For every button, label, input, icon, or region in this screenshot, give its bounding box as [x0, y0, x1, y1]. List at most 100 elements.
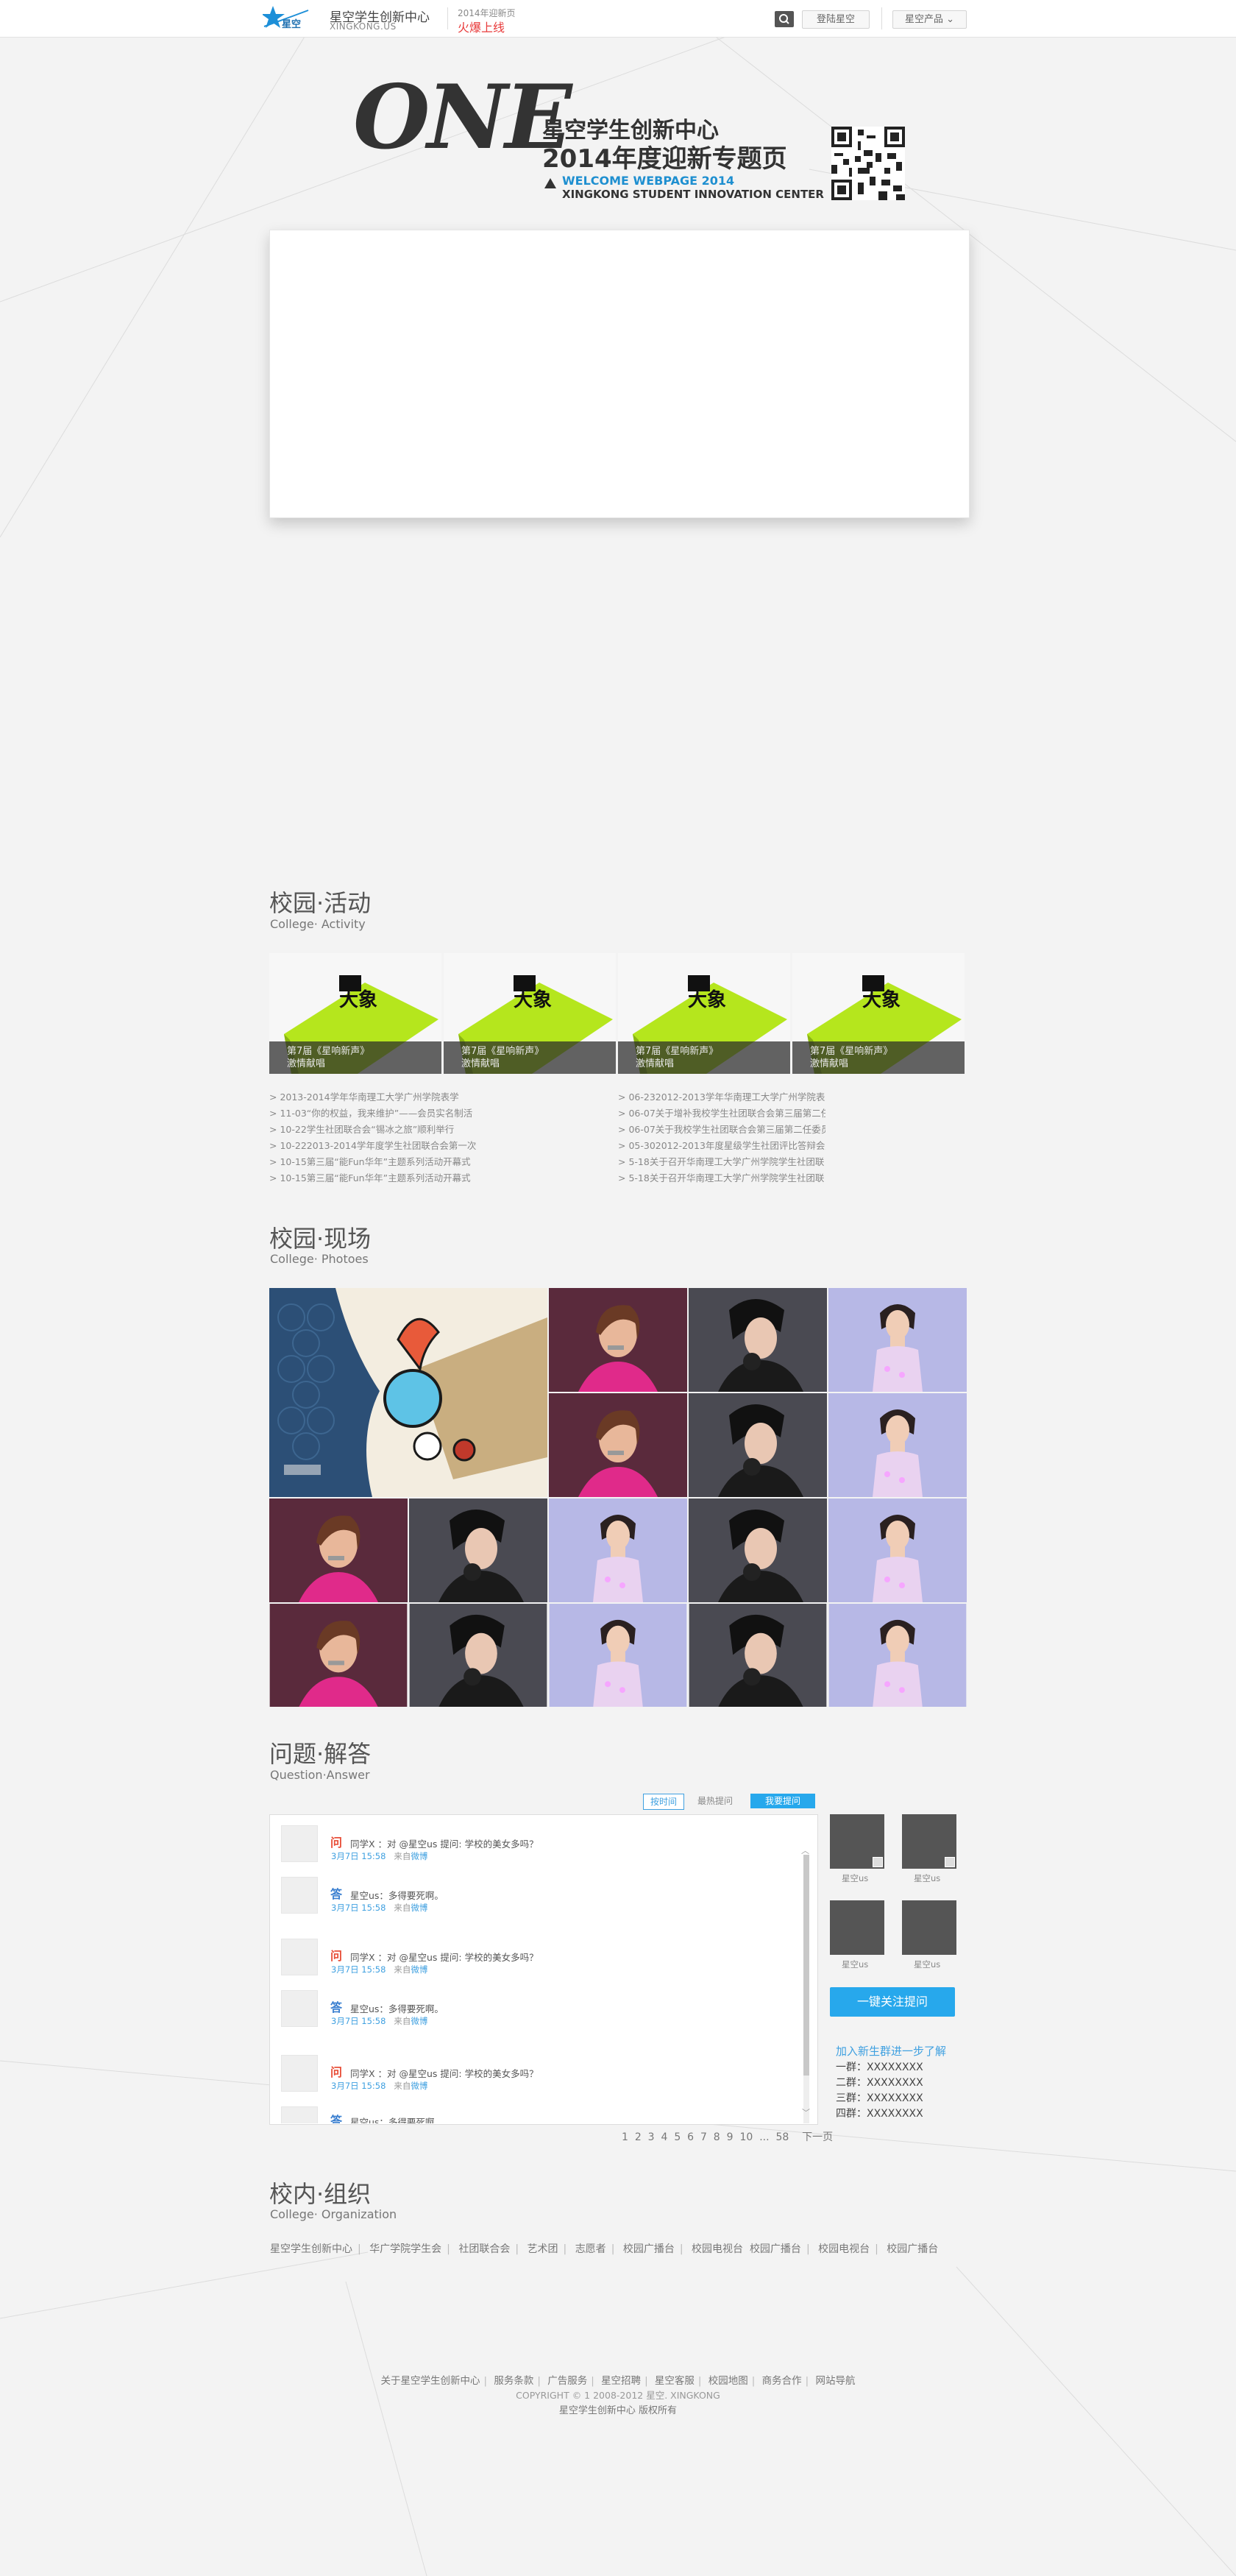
footer-link[interactable]: 星空招聘 — [601, 2375, 641, 2387]
ask-question-button[interactable]: 我要提问 — [750, 1794, 815, 1808]
photo-thumb[interactable] — [828, 1288, 967, 1392]
activity-subtitle: College· Activity — [270, 917, 366, 931]
photo-thumb[interactable] — [269, 1604, 408, 1707]
org-link[interactable]: 华广学院学生会 — [369, 2243, 441, 2255]
footer-link[interactable]: 广告服务 — [547, 2375, 587, 2387]
footer-link[interactable]: 商务合作 — [762, 2375, 802, 2387]
source-link[interactable]: 微博 — [411, 2081, 427, 2091]
footer-links: 关于星空学生创新中心 | 服务条款 | 广告服务 | 星空招聘 | 星空客服 | 校园地图… — [380, 2375, 856, 2387]
activity-card[interactable]: 大象 第7届《星响新声》 激情献唱 — [269, 953, 441, 1074]
news-link[interactable]: > 10-222013-2014学年度学生社团联合会第一次全 — [269, 1138, 477, 1152]
org-link[interactable]: 校园广播台 — [750, 2243, 801, 2255]
source-link[interactable]: 微博 — [411, 1964, 427, 1975]
chevron-down-icon: ⌄ — [946, 14, 955, 25]
scroll-down-icon[interactable]: ﹀ — [802, 2106, 810, 2118]
news-link[interactable]: > 06-07关于我校学生社团联合会第三届第二任委员 — [618, 1122, 825, 1136]
login-button[interactable]: 登陆星空 — [802, 10, 870, 29]
source-link[interactable]: 微博 — [411, 1851, 427, 1861]
photo-thumb[interactable] — [689, 1604, 827, 1707]
org-link[interactable]: 艺术团 — [528, 2243, 558, 2255]
news-link[interactable]: > 06-232012-2013学年华南理工大学广州学院表学 — [618, 1089, 825, 1103]
org-link[interactable]: 星空学生创新中心 — [270, 2243, 352, 2255]
org-link[interactable]: 社团联合会 — [458, 2243, 510, 2255]
org-link[interactable]: 志愿者 — [575, 2243, 606, 2255]
page-link[interactable]: 9 — [727, 2131, 734, 2143]
org-link[interactable]: 校园广播台 — [887, 2243, 938, 2255]
photo-thumb[interactable] — [828, 1604, 967, 1707]
page-link[interactable]: 3 — [648, 2131, 655, 2143]
photo-thumb[interactable] — [409, 1604, 547, 1707]
news-link[interactable]: > 06-07关于增补我校学生社团联合会第三届第二任 — [618, 1105, 825, 1119]
divider — [447, 7, 448, 29]
avatar[interactable] — [281, 2106, 318, 2123]
next-page-button[interactable]: 下一页 — [802, 2131, 833, 2143]
news-link[interactable]: > 11-03“你的权益，我来维护”——会员实名制活 — [269, 1105, 477, 1119]
scroll-up-icon[interactable]: ︿ — [801, 1844, 809, 1856]
photo-thumb[interactable] — [549, 1604, 687, 1707]
photo-thumb[interactable] — [409, 1498, 547, 1602]
news-link[interactable]: > 10-15第三届“能Fun华年”主题系列活动开幕式 — [269, 1154, 477, 1168]
photo-thumb[interactable] — [828, 1393, 967, 1497]
news-link[interactable]: > 5-18关于召开华南理工大学广州学院学生社团联 — [618, 1170, 825, 1184]
org-link[interactable]: 校园电视台 — [692, 2243, 743, 2255]
photo-thumb[interactable] — [549, 1393, 687, 1497]
footer-rights: 星空学生创新中心 版权所有 — [558, 2405, 678, 2416]
page-link[interactable]: 58 — [775, 2131, 789, 2143]
side-avatar[interactable] — [902, 1900, 956, 1955]
news-link[interactable]: > 5-18关于召开华南理工大学广州学院学生社团联 — [618, 1154, 825, 1168]
promo-headline[interactable]: 火爆上线 — [458, 18, 505, 35]
follow-all-button[interactable]: 一键关注提问 — [830, 1987, 955, 2017]
tab-by-time[interactable]: 按时间 — [643, 1794, 684, 1810]
activity-card[interactable]: 大象 第7届《星响新声》 激情献唱 — [444, 953, 616, 1074]
photo-thumb[interactable] — [549, 1288, 687, 1392]
qa-scroll-thumb[interactable] — [803, 1855, 809, 2076]
hero-banner[interactable] — [269, 230, 970, 518]
avatar[interactable] — [281, 2055, 318, 2092]
photo-thumb[interactable] — [549, 1498, 687, 1602]
page-link[interactable]: 10 — [739, 2131, 753, 2143]
photo-thumb[interactable] — [689, 1288, 827, 1392]
news-link[interactable]: > 2013-2014学年华南理工大学广州学院表学 — [269, 1089, 477, 1103]
activity-card[interactable]: 大象 第7届《星响新声》 激情献唱 — [792, 953, 965, 1074]
footer-link[interactable]: 星空客服 — [655, 2375, 695, 2387]
news-link[interactable]: > 10-15第三届“能Fun华年”主题系列活动开幕式 — [269, 1170, 477, 1184]
search-button[interactable] — [775, 11, 794, 27]
side-avatar[interactable] — [830, 1900, 884, 1955]
divider — [881, 7, 882, 29]
activity-card[interactable]: 大象 第7届《星响新声》 激情献唱 — [618, 953, 790, 1074]
page-link[interactable]: 6 — [687, 2131, 694, 2143]
news-link[interactable]: > 10-22学生社团联合会“锡冰之旅”顺利举行 — [269, 1122, 477, 1136]
page-ellipsis: ... — [759, 2131, 770, 2143]
page-link[interactable]: 7 — [700, 2131, 707, 2143]
footer-link[interactable]: 服务条款 — [494, 2375, 533, 2387]
photo-thumb[interactable] — [828, 1498, 967, 1602]
page-link[interactable]: 1 — [622, 2131, 628, 2143]
avatar[interactable] — [281, 1877, 318, 1914]
avatar[interactable] — [281, 1825, 318, 1862]
group-line: 一群：XXXXXXXX — [836, 2062, 923, 2073]
org-link[interactable]: 校园电视台 — [818, 2243, 870, 2255]
footer-link[interactable]: 校园地图 — [708, 2375, 748, 2387]
page-link[interactable]: 2 — [635, 2131, 642, 2143]
footer-link[interactable]: 关于星空学生创新中心 — [380, 2375, 480, 2387]
avatar[interactable] — [281, 1939, 318, 1975]
source-link[interactable]: 微博 — [411, 2016, 427, 2026]
photo-thumb[interactable] — [689, 1498, 827, 1602]
page-link[interactable]: 8 — [714, 2131, 720, 2143]
qa-meta: 3月7日 15:58 来自微博 — [331, 1851, 428, 1861]
avatar[interactable] — [281, 1990, 318, 2027]
photo-thumb[interactable] — [689, 1393, 827, 1497]
footer-link[interactable]: 网站导航 — [816, 2375, 856, 2387]
logo-star-icon[interactable]: 星空 — [263, 4, 310, 32]
org-link[interactable]: 校园广播台 — [623, 2243, 675, 2255]
org-title: 校内·组织 — [269, 2180, 372, 2208]
page-link[interactable]: 5 — [674, 2131, 681, 2143]
page-link[interactable]: 4 — [661, 2131, 667, 2143]
products-dropdown[interactable]: 星空产品 ⌄ — [892, 10, 967, 29]
source-link[interactable]: 微博 — [411, 1903, 427, 1913]
top-bar: 星空 星空学生创新中心 XINGKONG.US 2014年迎新页 火爆上线 登陆… — [0, 0, 1236, 38]
photo-thumb[interactable] — [269, 1498, 408, 1602]
tab-hottest[interactable]: 最热提问 — [692, 1794, 739, 1808]
news-link[interactable]: > 05-302012-2013年度星级学生社团评比答辩会顺 — [618, 1138, 825, 1152]
photo-feature[interactable] — [269, 1288, 547, 1497]
